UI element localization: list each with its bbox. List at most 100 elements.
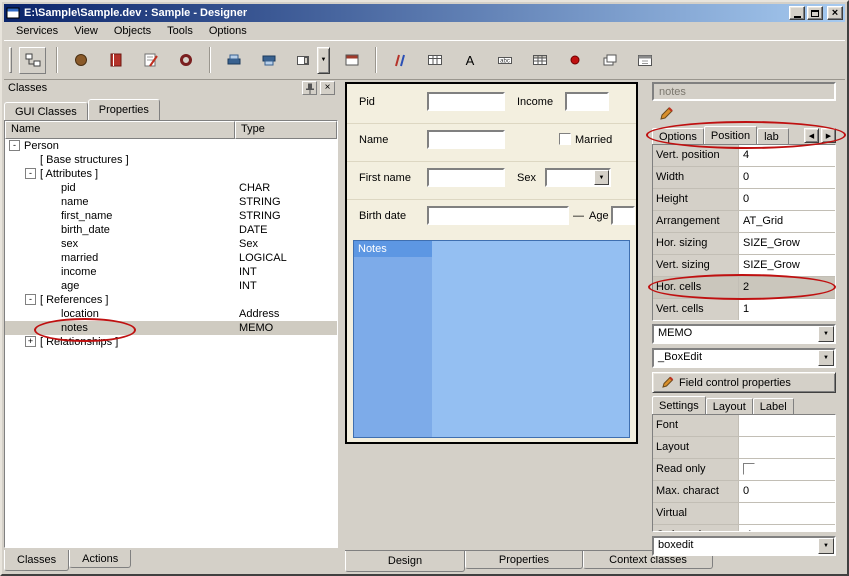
expander-icon[interactable]: -	[25, 294, 36, 305]
expander-icon[interactable]: -	[9, 140, 20, 151]
pid-field[interactable]	[427, 92, 505, 111]
align-bottom-button[interactable]	[255, 47, 282, 74]
tree-item-base-structures[interactable]: [ Base structures ]	[5, 153, 337, 167]
menu-services[interactable]: Services	[8, 23, 66, 39]
tab-actions[interactable]: Actions	[69, 550, 131, 568]
tree-item-income[interactable]: incomeINT	[5, 265, 337, 279]
library-button[interactable]	[102, 47, 129, 74]
property-row[interactable]: Font	[653, 415, 835, 437]
toolbar-grip[interactable]	[9, 47, 12, 73]
tab-gui-classes[interactable]: GUI Classes	[4, 102, 88, 120]
combobox-tool-button[interactable]	[290, 47, 317, 74]
column-header-type[interactable]: Type	[235, 121, 337, 139]
expander-icon[interactable]: -	[25, 168, 36, 179]
edit-source-button[interactable]	[137, 47, 164, 74]
menu-options[interactable]: Options	[201, 23, 255, 39]
title-bar[interactable]: E:\Sample\Sample.dev : Sample - Designer…	[4, 4, 845, 22]
calendar-button[interactable]	[631, 47, 658, 74]
grid-button[interactable]	[526, 47, 553, 74]
control-name-dropdown-button[interactable]: ▼	[818, 538, 834, 554]
minimize-button[interactable]	[789, 6, 805, 20]
tab-settings[interactable]: Settings	[652, 396, 706, 414]
windows-button[interactable]	[596, 47, 623, 74]
font-button[interactable]: A	[456, 47, 483, 74]
tree-item-relationships[interactable]: +[ Relationships ]	[5, 335, 337, 349]
close-panel-button[interactable]: ×	[320, 81, 335, 95]
read-only-checkbox[interactable]	[743, 463, 755, 475]
menu-view[interactable]: View	[66, 23, 106, 39]
notes-memo-left-column[interactable]	[354, 257, 432, 437]
tree-item-name[interactable]: nameSTRING	[5, 195, 337, 209]
income-field[interactable]	[565, 92, 609, 111]
tab-label[interactable]: Label	[753, 398, 794, 414]
tree-item-location[interactable]: locationAddress	[5, 307, 337, 321]
field-type-dropdown[interactable]: MEMO▼	[652, 324, 836, 344]
sex-dropdown[interactable]: ▼	[545, 168, 611, 187]
notes-memo-control[interactable]: Notes	[353, 240, 630, 438]
tab-classes[interactable]: Classes	[4, 550, 69, 571]
goto-definition-button[interactable]	[654, 104, 677, 123]
property-row[interactable]: Vert. position4	[653, 145, 835, 167]
tree-item-sex[interactable]: sexSex	[5, 237, 337, 251]
notes-memo-body[interactable]	[432, 241, 629, 437]
field-control-properties-button[interactable]: Field control properties	[652, 372, 836, 393]
tab-properties[interactable]: Properties	[88, 99, 160, 120]
target-button[interactable]	[172, 47, 199, 74]
dialog-tool-button[interactable]	[338, 47, 365, 74]
close-button[interactable]: ×	[827, 6, 843, 20]
tree-item-pid[interactable]: pidCHAR	[5, 181, 337, 195]
tree-item-married[interactable]: marriedLOGICAL	[5, 251, 337, 265]
property-row[interactable]: Vert. cells1	[653, 299, 835, 321]
tree-item-person[interactable]: -Person	[5, 139, 337, 153]
property-row[interactable]: Height0	[653, 189, 835, 211]
compile-button[interactable]	[67, 47, 94, 74]
combobox-tool-dropdown[interactable]: ▼	[317, 47, 330, 74]
first-name-field[interactable]	[427, 168, 505, 187]
name-field[interactable]	[427, 130, 505, 149]
property-row-read-only[interactable]: Read only	[653, 459, 835, 481]
pin-panel-button[interactable]	[302, 81, 317, 95]
property-row[interactable]: Order colum-1	[653, 525, 835, 532]
align-top-button[interactable]	[220, 47, 247, 74]
tab-scroll-right-button[interactable]: ▶	[821, 128, 836, 143]
tree-item-notes[interactable]: notesMEMO	[5, 321, 337, 335]
married-checkbox[interactable]	[559, 133, 571, 145]
expander-icon[interactable]: +	[25, 336, 36, 347]
property-row[interactable]: ArrangementAT_Grid	[653, 211, 835, 233]
birth-date-field[interactable]	[427, 206, 569, 225]
tab-label-clipped[interactable]: lab	[757, 128, 789, 144]
control-class-dropdown-button[interactable]: ▼	[818, 350, 834, 366]
tab-options[interactable]: Options	[652, 128, 704, 144]
table-button[interactable]	[421, 47, 448, 74]
class-tree-button[interactable]	[19, 47, 46, 74]
field-type-dropdown-button[interactable]: ▼	[818, 326, 834, 342]
property-row[interactable]: Virtual	[653, 503, 835, 525]
property-row-hor-cells[interactable]: Hor. cells2	[653, 277, 835, 299]
tree-item-birth-date[interactable]: birth_dateDATE	[5, 223, 337, 237]
tab-position[interactable]: Position	[704, 126, 757, 144]
sex-dropdown-button[interactable]: ▼	[594, 170, 609, 185]
property-row[interactable]: Hor. sizingSIZE_Grow	[653, 233, 835, 255]
tab-design[interactable]: Design	[345, 551, 465, 572]
record-button[interactable]	[561, 47, 588, 74]
tree-item-references[interactable]: -[ References ]	[5, 293, 337, 307]
menu-tools[interactable]: Tools	[159, 23, 201, 39]
property-row[interactable]: Width0	[653, 167, 835, 189]
maximize-button[interactable]	[807, 6, 823, 20]
column-header-name[interactable]: Name	[5, 121, 235, 139]
control-class-dropdown[interactable]: _BoxEdit▼	[652, 348, 836, 368]
text-field-button[interactable]: abc	[491, 47, 518, 74]
tab-scroll-left-button[interactable]: ◀	[804, 128, 819, 143]
notes-memo-label[interactable]: Notes	[354, 241, 432, 257]
property-row[interactable]: Max. charact0	[653, 481, 835, 503]
menu-objects[interactable]: Objects	[106, 23, 159, 39]
tree-item-attributes[interactable]: -[ Attributes ]	[5, 167, 337, 181]
property-row[interactable]: Layout	[653, 437, 835, 459]
property-row[interactable]: Vert. sizingSIZE_Grow	[653, 255, 835, 277]
tab-form-properties[interactable]: Properties	[465, 551, 583, 569]
tree-item-first-name[interactable]: first_nameSTRING	[5, 209, 337, 223]
control-name-dropdown[interactable]: boxedit▼	[652, 536, 836, 556]
tab-layout[interactable]: Layout	[706, 398, 753, 414]
tree-item-age[interactable]: ageINT	[5, 279, 337, 293]
design-tools-button[interactable]	[386, 47, 413, 74]
